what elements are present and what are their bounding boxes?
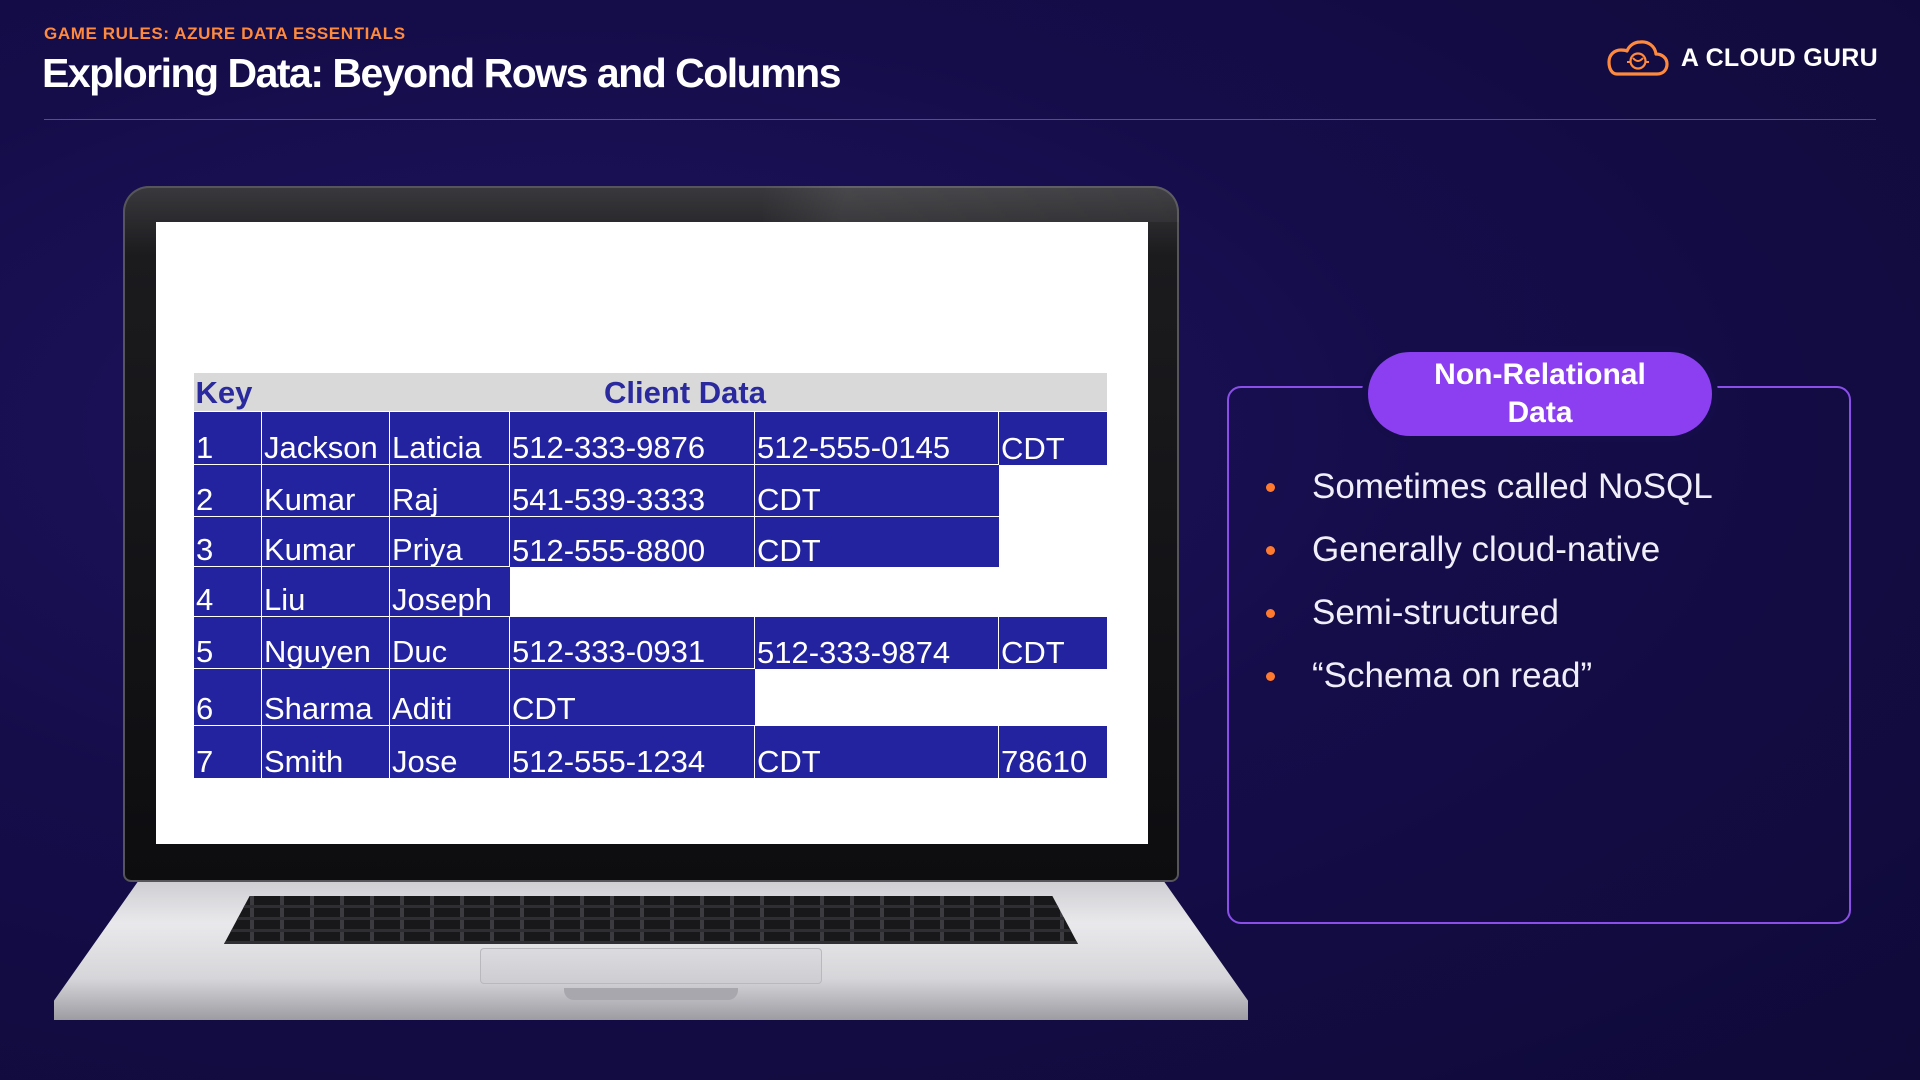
list-item: Semi-structured <box>1262 586 1713 649</box>
bullet-dot-icon <box>1266 609 1275 618</box>
table-cell: 78610 <box>998 725 1107 778</box>
table-cell: CDT <box>754 725 999 778</box>
table-row: 4 Liu Joseph <box>193 566 1107 617</box>
table-cell: Liu <box>261 566 390 617</box>
bullet-dot-icon <box>1266 483 1275 492</box>
table-cell: 6 <box>193 668 262 726</box>
bullet-text: Semi-structured <box>1312 593 1560 632</box>
bezel-glare <box>763 186 1179 222</box>
list-item: Sometimes called NoSQL <box>1262 460 1713 523</box>
table-cell: 4 <box>193 566 262 617</box>
empty-cell <box>754 668 999 726</box>
table-cell: 3 <box>193 516 262 567</box>
table-cell: 512-333-9876 <box>509 411 755 465</box>
bullet-dot-icon <box>1266 546 1275 555</box>
key-header: Key <box>193 373 262 412</box>
empty-cell <box>998 668 1107 726</box>
table-row: 1 Jackson Laticia 512-333-9876 512-555-0… <box>193 411 1107 465</box>
client-data-table: Key Client Data 1 Jackson Laticia 512-33… <box>193 373 1107 778</box>
table-row: 2 Kumar Raj 541-539-3333 CDT <box>193 464 1107 517</box>
bullet-text: Generally cloud-native <box>1312 530 1661 569</box>
table-cell: CDT <box>754 516 999 567</box>
brand: A CLOUD GURU <box>1605 38 1878 78</box>
table-cell: 2 <box>193 464 262 517</box>
table-cell: CDT <box>754 464 999 517</box>
header-divider <box>44 119 1876 120</box>
empty-cell <box>998 516 1107 567</box>
table-cell: Kumar <box>261 464 390 517</box>
table-cell: Kumar <box>261 516 390 567</box>
table-header-row: Key Client Data <box>193 373 1107 412</box>
table-cell: Jackson <box>261 411 390 465</box>
table-row: 6 Sharma Aditi CDT <box>193 668 1107 726</box>
table-cell: Priya <box>389 516 510 567</box>
table-cell: 1 <box>193 411 262 465</box>
table-row: 7 Smith Jose 512-555-1234 CDT 78610 <box>193 725 1107 778</box>
panel-badge: Non-Relational Data <box>1368 352 1712 436</box>
cloud-logo-icon <box>1605 38 1669 78</box>
table-cell: CDT <box>998 411 1107 465</box>
keyboard-rows <box>224 896 1078 944</box>
table-cell: Jose <box>389 725 510 778</box>
empty-cell <box>509 566 755 617</box>
table-cell: 541-539-3333 <box>509 464 755 517</box>
table-cell: Joseph <box>389 566 510 617</box>
table-cell: Duc <box>389 616 510 669</box>
bullet-dot-icon <box>1266 672 1275 681</box>
table-cell: CDT <box>509 668 755 726</box>
client-data-header: Client Data <box>261 373 1107 412</box>
empty-cell <box>998 464 1107 517</box>
table-cell: 512-555-0145 <box>754 411 999 465</box>
table-cell: 512-555-1234 <box>509 725 755 778</box>
table-cell: CDT <box>998 616 1107 669</box>
table-cell: Aditi <box>389 668 510 726</box>
bullet-text: Sometimes called NoSQL <box>1312 467 1713 506</box>
table-cell: Smith <box>261 725 390 778</box>
bullet-list: Sometimes called NoSQL Generally cloud-n… <box>1262 460 1713 712</box>
course-eyebrow: GAME RULES: AZURE DATA ESSENTIALS <box>44 24 406 43</box>
list-item: Generally cloud-native <box>1262 523 1713 586</box>
trackpad <box>480 948 822 984</box>
table-cell: 5 <box>193 616 262 669</box>
table-cell: 512-333-0931 <box>509 616 755 669</box>
table-cell: 512-555-8800 <box>509 516 755 567</box>
laptop-lip <box>564 988 738 1000</box>
table-cell: Sharma <box>261 668 390 726</box>
brand-name: A CLOUD GURU <box>1680 43 1878 72</box>
table-cell: Raj <box>389 464 510 517</box>
empty-cell <box>754 566 999 617</box>
bullet-text: “Schema on read” <box>1312 656 1593 695</box>
table-cell: 7 <box>193 725 262 778</box>
empty-cell <box>998 566 1107 617</box>
table-cell: 512-333-9874 <box>754 616 999 669</box>
list-item: “Schema on read” <box>1262 649 1713 712</box>
panel-badge-label: Non-Relational Data <box>1434 358 1646 429</box>
table-row: 3 Kumar Priya 512-555-8800 CDT <box>193 516 1107 567</box>
table-cell: Nguyen <box>261 616 390 669</box>
table-cell: Laticia <box>389 411 510 465</box>
slide-title: Exploring Data: Beyond Rows and Columns <box>42 50 842 96</box>
table-row: 5 Nguyen Duc 512-333-0931 512-333-9874 C… <box>193 616 1107 669</box>
